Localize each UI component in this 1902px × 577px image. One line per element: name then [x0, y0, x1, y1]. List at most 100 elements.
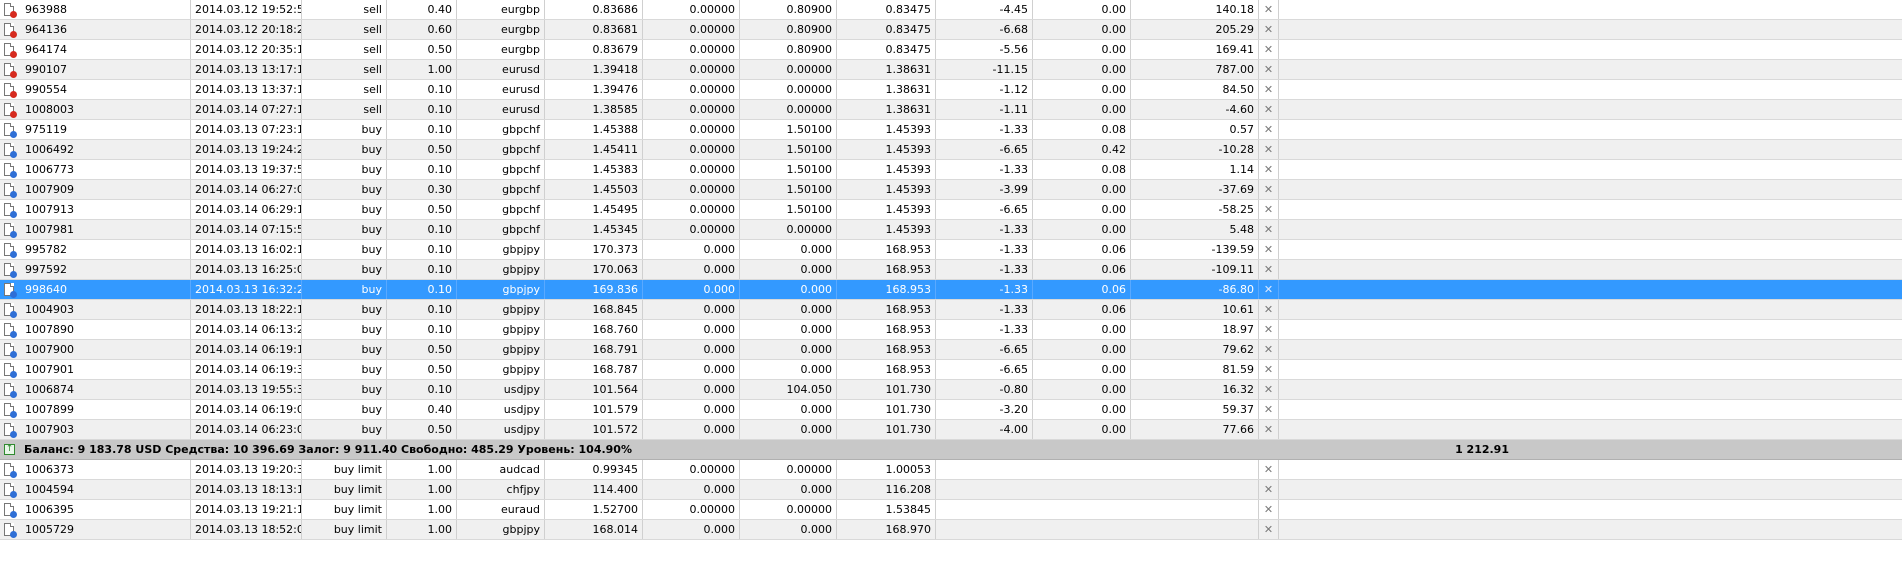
stop-loss-cell[interactable]: 0.00000: [643, 120, 740, 139]
stop-loss-cell[interactable]: 0.000: [643, 320, 740, 339]
position-row[interactable]: 1007900 2014.03.14 06:19:17 buy 0.50 gbpjpy 1…: [0, 340, 1902, 360]
stop-loss-cell[interactable]: 0.000: [643, 480, 740, 499]
position-row[interactable]: 1004903 2014.03.13 18:22:12 buy 0.10 gbpjpy 1…: [0, 300, 1902, 320]
take-profit-cell[interactable]: 0.000: [740, 400, 837, 419]
take-profit-cell[interactable]: 0.000: [740, 260, 837, 279]
close-order-button[interactable]: ✕: [1259, 320, 1279, 339]
stop-loss-cell[interactable]: 0.000: [643, 360, 740, 379]
position-row[interactable]: 1007901 2014.03.14 06:19:32 buy 0.50 gbpjpy 1…: [0, 360, 1902, 380]
take-profit-cell[interactable]: 0.80900: [740, 0, 837, 19]
stop-loss-cell[interactable]: 0.000: [643, 260, 740, 279]
close-icon[interactable]: ✕: [1264, 143, 1273, 156]
close-icon[interactable]: ✕: [1264, 283, 1273, 296]
stop-loss-cell[interactable]: 0.00000: [643, 80, 740, 99]
position-row[interactable]: 1007903 2014.03.14 06:23:04 buy 0.50 usdjpy 1…: [0, 420, 1902, 440]
close-icon[interactable]: ✕: [1264, 303, 1273, 316]
take-profit-cell[interactable]: 0.000: [740, 240, 837, 259]
take-profit-cell[interactable]: 0.00000: [740, 80, 837, 99]
close-order-button[interactable]: ✕: [1259, 220, 1279, 239]
stop-loss-cell[interactable]: 0.00000: [643, 460, 740, 479]
close-icon[interactable]: ✕: [1264, 183, 1273, 196]
close-icon[interactable]: ✕: [1264, 123, 1273, 136]
take-profit-cell[interactable]: 0.00000: [740, 60, 837, 79]
close-order-button[interactable]: ✕: [1259, 20, 1279, 39]
stop-loss-cell[interactable]: 0.00000: [643, 40, 740, 59]
close-icon[interactable]: ✕: [1264, 3, 1273, 16]
position-row[interactable]: 1007913 2014.03.14 06:29:17 buy 0.50 gbpchf 1…: [0, 200, 1902, 220]
take-profit-cell[interactable]: 0.000: [740, 480, 837, 499]
close-icon[interactable]: ✕: [1264, 423, 1273, 436]
close-order-button[interactable]: ✕: [1259, 180, 1279, 199]
take-profit-cell[interactable]: 0.00000: [740, 500, 837, 519]
take-profit-cell[interactable]: 0.000: [740, 360, 837, 379]
close-icon[interactable]: ✕: [1264, 203, 1273, 216]
close-icon[interactable]: ✕: [1264, 323, 1273, 336]
stop-loss-cell[interactable]: 0.000: [643, 280, 740, 299]
stop-loss-cell[interactable]: 0.000: [643, 380, 740, 399]
close-order-button[interactable]: ✕: [1259, 360, 1279, 379]
close-order-button[interactable]: ✕: [1259, 480, 1279, 499]
close-order-button[interactable]: ✕: [1259, 100, 1279, 119]
position-row[interactable]: 1007899 2014.03.14 06:19:00 buy 0.40 usdjpy 1…: [0, 400, 1902, 420]
close-order-button[interactable]: ✕: [1259, 80, 1279, 99]
position-row[interactable]: 964174 2014.03.12 20:35:10 sell 0.50 eurgbp 0…: [0, 40, 1902, 60]
stop-loss-cell[interactable]: 0.000: [643, 400, 740, 419]
close-icon[interactable]: ✕: [1264, 63, 1273, 76]
stop-loss-cell[interactable]: 0.00000: [643, 140, 740, 159]
take-profit-cell[interactable]: 0.000: [740, 300, 837, 319]
stop-loss-cell[interactable]: 0.000: [643, 420, 740, 439]
position-row[interactable]: 1007890 2014.03.14 06:13:26 buy 0.10 gbpjpy 1…: [0, 320, 1902, 340]
position-row[interactable]: 1008003 2014.03.14 07:27:10 sell 0.10 eurusd…: [0, 100, 1902, 120]
close-icon[interactable]: ✕: [1264, 343, 1273, 356]
close-order-button[interactable]: ✕: [1259, 160, 1279, 179]
position-row[interactable]: 995782 2014.03.13 16:02:19 buy 0.10 gbpjpy 17…: [0, 240, 1902, 260]
take-profit-cell[interactable]: 0.00000: [740, 460, 837, 479]
close-icon[interactable]: ✕: [1264, 43, 1273, 56]
close-icon[interactable]: ✕: [1264, 403, 1273, 416]
pending-order-row[interactable]: 1006373 2014.03.13 19:20:34 buy limit 1.00 a…: [0, 460, 1902, 480]
take-profit-cell[interactable]: 0.000: [740, 520, 837, 539]
close-order-button[interactable]: ✕: [1259, 400, 1279, 419]
close-order-button[interactable]: ✕: [1259, 120, 1279, 139]
close-order-button[interactable]: ✕: [1259, 280, 1279, 299]
position-row[interactable]: 1007909 2014.03.14 06:27:04 buy 0.30 gbpchf 1…: [0, 180, 1902, 200]
stop-loss-cell[interactable]: 0.00000: [643, 20, 740, 39]
take-profit-cell[interactable]: 1.50100: [740, 200, 837, 219]
close-order-button[interactable]: ✕: [1259, 140, 1279, 159]
stop-loss-cell[interactable]: 0.00000: [643, 220, 740, 239]
close-order-button[interactable]: ✕: [1259, 240, 1279, 259]
close-order-button[interactable]: ✕: [1259, 200, 1279, 219]
close-icon[interactable]: ✕: [1264, 243, 1273, 256]
close-order-button[interactable]: ✕: [1259, 500, 1279, 519]
pending-order-row[interactable]: 1006395 2014.03.13 19:21:14 buy limit 1.00 e…: [0, 500, 1902, 520]
close-icon[interactable]: ✕: [1264, 223, 1273, 236]
take-profit-cell[interactable]: 0.00000: [740, 220, 837, 239]
take-profit-cell[interactable]: 104.050: [740, 380, 837, 399]
position-row[interactable]: 964136 2014.03.12 20:18:21 sell 0.60 eurgbp 0…: [0, 20, 1902, 40]
close-icon[interactable]: ✕: [1264, 483, 1273, 496]
close-icon[interactable]: ✕: [1264, 503, 1273, 516]
stop-loss-cell[interactable]: 0.00000: [643, 500, 740, 519]
close-icon[interactable]: ✕: [1264, 263, 1273, 276]
stop-loss-cell[interactable]: 0.00000: [643, 200, 740, 219]
take-profit-cell[interactable]: 1.50100: [740, 180, 837, 199]
position-row[interactable]: 963988 2014.03.12 19:52:51 sell 0.40 eurgbp 0…: [0, 0, 1902, 20]
close-order-button[interactable]: ✕: [1259, 340, 1279, 359]
close-order-button[interactable]: ✕: [1259, 420, 1279, 439]
stop-loss-cell[interactable]: 0.00000: [643, 0, 740, 19]
position-row[interactable]: 990107 2014.03.13 13:17:17 sell 1.00 eurusd 1…: [0, 60, 1902, 80]
take-profit-cell[interactable]: 0.80900: [740, 20, 837, 39]
stop-loss-cell[interactable]: 0.000: [643, 300, 740, 319]
stop-loss-cell[interactable]: 0.000: [643, 520, 740, 539]
close-icon[interactable]: ✕: [1264, 363, 1273, 376]
position-row[interactable]: 1006773 2014.03.13 19:37:52 buy 0.10 gbpchf 1…: [0, 160, 1902, 180]
stop-loss-cell[interactable]: 0.000: [643, 240, 740, 259]
position-row[interactable]: 990554 2014.03.13 13:37:12 sell 0.10 eurusd 1…: [0, 80, 1902, 100]
take-profit-cell[interactable]: 0.000: [740, 340, 837, 359]
position-row[interactable]: 1006492 2014.03.13 19:24:24 buy 0.50 gbpchf 1…: [0, 140, 1902, 160]
close-order-button[interactable]: ✕: [1259, 520, 1279, 539]
stop-loss-cell[interactable]: 0.00000: [643, 160, 740, 179]
close-order-button[interactable]: ✕: [1259, 40, 1279, 59]
take-profit-cell[interactable]: 0.80900: [740, 40, 837, 59]
take-profit-cell[interactable]: 0.000: [740, 420, 837, 439]
